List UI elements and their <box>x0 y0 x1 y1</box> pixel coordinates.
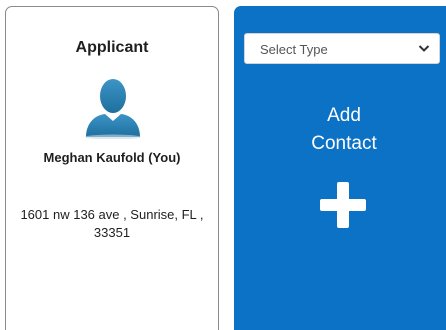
plus-icon[interactable] <box>320 182 366 228</box>
add-contact-label: Add Contact <box>311 105 377 154</box>
contact-type-select[interactable]: Select Type <box>244 33 440 64</box>
card-title: Applicant <box>75 39 149 56</box>
applicant-name: Meghan Kaufold (You) <box>43 150 181 165</box>
user-silhouette-icon <box>85 79 141 139</box>
applicant-card: Applicant Meghan Kaufold (You) 1601 nw 1… <box>5 6 219 330</box>
applicant-address: 1601 nw 136 ave , Sunrise, FL , 33351 <box>20 207 204 240</box>
chevron-down-icon <box>418 45 430 52</box>
add-contact-card[interactable]: Select Type Add Contact <box>234 6 446 330</box>
contacts-panel: Applicant Meghan Kaufold (You) 1601 nw 1… <box>0 0 446 330</box>
contact-type-select-value: Select Type <box>260 42 328 57</box>
